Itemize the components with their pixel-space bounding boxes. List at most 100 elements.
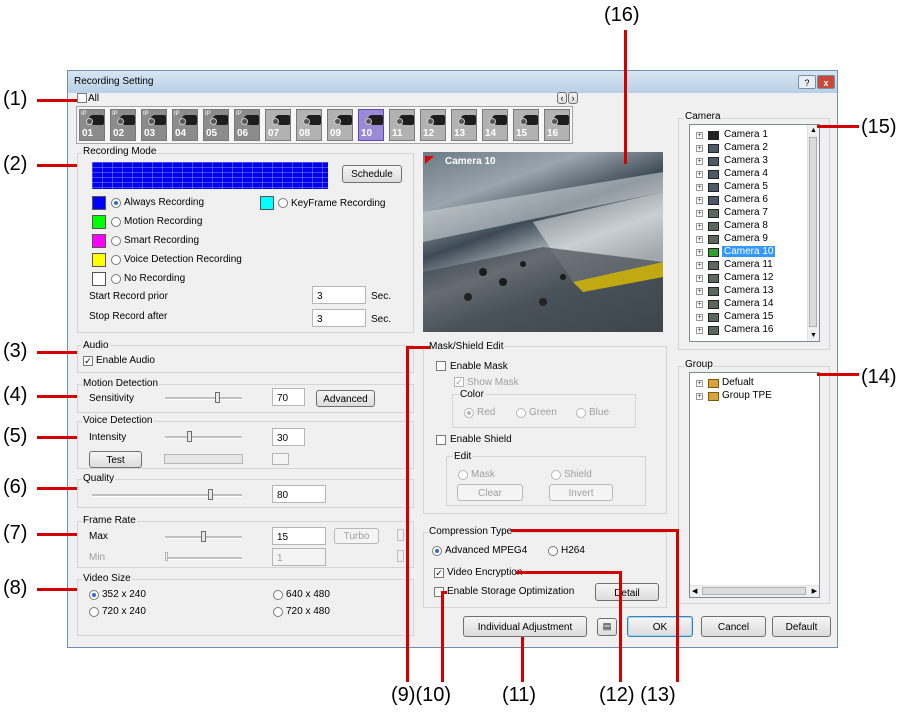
camera-tile-06[interactable]: IP 06: [234, 109, 260, 141]
turbo-button[interactable]: Turbo: [334, 528, 379, 544]
camera-tree-item[interactable]: + Camera 12: [690, 272, 808, 285]
camera-tile-09[interactable]: 09: [327, 109, 353, 141]
enable-mask-checkbox[interactable]: [436, 361, 446, 371]
scroll-right-icon[interactable]: ▶: [812, 587, 817, 595]
intensity-thumb[interactable]: [186, 431, 192, 442]
camera-tile-08[interactable]: 08: [296, 109, 322, 141]
camera-tile-02[interactable]: IP 02: [110, 109, 136, 141]
camera-tree-item[interactable]: + Camera 2: [690, 142, 808, 155]
group-tree-item[interactable]: + Defualt: [690, 377, 815, 390]
camera-tree-scrollbar[interactable]: ▲ ▼: [807, 125, 819, 341]
recording-radio-1[interactable]: [111, 217, 121, 227]
scroll-up-icon[interactable]: ▲: [810, 127, 817, 134]
camera-tile-03[interactable]: IP 03: [141, 109, 167, 141]
scroll-left-icon[interactable]: ◀: [692, 587, 697, 595]
sensitivity-thumb[interactable]: [215, 392, 221, 403]
expand-icon[interactable]: +: [696, 327, 703, 334]
camera-tree-item[interactable]: + Camera 3: [690, 155, 808, 168]
camera-tree-item[interactable]: + Camera 9: [690, 233, 808, 246]
camera-tile-11[interactable]: 11: [389, 109, 415, 141]
size-720x240-radio[interactable]: [89, 607, 99, 617]
group-tree-hscrollbar[interactable]: ◀ ▶: [690, 585, 819, 597]
camera-tile-13[interactable]: 13: [451, 109, 477, 141]
min-thumb[interactable]: [165, 552, 168, 561]
recording-radio-2[interactable]: [111, 236, 121, 246]
show-mask-checkbox[interactable]: ✓: [454, 377, 464, 387]
expand-icon[interactable]: +: [696, 249, 703, 256]
camera-tree-item[interactable]: + Camera 13: [690, 285, 808, 298]
expand-icon[interactable]: +: [696, 288, 703, 295]
camera-tile-05[interactable]: IP 05: [203, 109, 229, 141]
min-value[interactable]: 1: [272, 548, 326, 566]
sensitivity-value[interactable]: 70: [272, 388, 305, 406]
recording-radio-4[interactable]: [111, 274, 121, 284]
camera-tree-item[interactable]: + Camera 14: [690, 298, 808, 311]
group-tree-item[interactable]: + Group TPE: [690, 390, 815, 403]
camera-tile-12[interactable]: 12: [420, 109, 446, 141]
clear-button[interactable]: Clear: [457, 484, 523, 501]
size-720x480-radio[interactable]: [273, 607, 283, 617]
edit-mask-radio[interactable]: [458, 470, 468, 480]
advanced-mpeg4-radio[interactable]: [432, 546, 442, 556]
stop-after-input[interactable]: 3: [312, 309, 366, 327]
camera-tree-item[interactable]: + Camera 16: [690, 324, 808, 337]
intensity-value[interactable]: 30: [272, 428, 305, 446]
expand-icon[interactable]: +: [696, 184, 703, 191]
expand-icon[interactable]: +: [696, 393, 703, 400]
hscroll-thumb[interactable]: [702, 587, 806, 595]
start-prior-input[interactable]: 3: [312, 286, 366, 304]
enable-audio-checkbox[interactable]: ✓: [83, 356, 93, 366]
camera-tree-item[interactable]: + Camera 4: [690, 168, 808, 181]
edit-shield-radio[interactable]: [551, 470, 561, 480]
camera-tile-10[interactable]: 10: [358, 109, 384, 141]
h264-radio[interactable]: [548, 546, 558, 556]
camera-tree-item[interactable]: + Camera 6: [690, 194, 808, 207]
detail-button[interactable]: Detail: [595, 583, 659, 601]
camera-tile-14[interactable]: 14: [482, 109, 508, 141]
camera-tree-item[interactable]: + Camera 15: [690, 311, 808, 324]
color-green-radio[interactable]: [516, 408, 526, 418]
scroll-thumb[interactable]: [809, 137, 817, 327]
recording-radio-0[interactable]: [111, 198, 121, 208]
quality-thumb[interactable]: [208, 489, 213, 500]
camera-tile-16[interactable]: 16: [544, 109, 570, 141]
close-button[interactable]: x: [817, 75, 835, 89]
color-blue-radio[interactable]: [576, 408, 586, 418]
expand-icon[interactable]: +: [696, 197, 703, 204]
expand-icon[interactable]: +: [696, 301, 703, 308]
schedule-button[interactable]: Schedule: [342, 165, 402, 183]
size-352x240-radio[interactable]: [89, 590, 99, 600]
keyboard-button[interactable]: ▤: [597, 618, 617, 636]
ok-button[interactable]: OK: [627, 616, 693, 637]
expand-icon[interactable]: +: [696, 210, 703, 217]
cancel-button[interactable]: Cancel: [701, 616, 766, 637]
video-encryption-checkbox[interactable]: ✓: [434, 568, 444, 578]
strip-next-button[interactable]: ›: [568, 92, 578, 104]
max-thumb[interactable]: [201, 531, 206, 542]
camera-tile-01[interactable]: IP 01: [79, 109, 105, 141]
camera-tile-15[interactable]: 15: [513, 109, 539, 141]
help-button[interactable]: ?: [798, 75, 816, 89]
color-red-radio[interactable]: [464, 408, 474, 418]
expand-icon[interactable]: +: [696, 275, 703, 282]
camera-tile-07[interactable]: 07: [265, 109, 291, 141]
individual-adjustment-button[interactable]: Individual Adjustment: [463, 616, 587, 637]
expand-icon[interactable]: +: [696, 158, 703, 165]
expand-icon[interactable]: +: [696, 171, 703, 178]
expand-icon[interactable]: +: [696, 236, 703, 243]
expand-icon[interactable]: +: [696, 380, 703, 387]
enable-shield-checkbox[interactable]: [436, 435, 446, 445]
expand-icon[interactable]: +: [696, 132, 703, 139]
default-button[interactable]: Default: [772, 616, 831, 637]
camera-tree-item[interactable]: + Camera 11: [690, 259, 808, 272]
invert-button[interactable]: Invert: [549, 484, 613, 501]
strip-prev-button[interactable]: ‹: [557, 92, 567, 104]
camera-tree-item[interactable]: + Camera 5: [690, 181, 808, 194]
quality-value[interactable]: 80: [272, 485, 326, 503]
keyframe-radio[interactable]: [278, 198, 288, 208]
camera-tree-item[interactable]: + Camera 7: [690, 207, 808, 220]
camera-tree-item[interactable]: + Camera 10: [690, 246, 808, 259]
all-checkbox[interactable]: [77, 93, 87, 103]
camera-tile-04[interactable]: IP 04: [172, 109, 198, 141]
advanced-button[interactable]: Advanced: [316, 390, 375, 407]
